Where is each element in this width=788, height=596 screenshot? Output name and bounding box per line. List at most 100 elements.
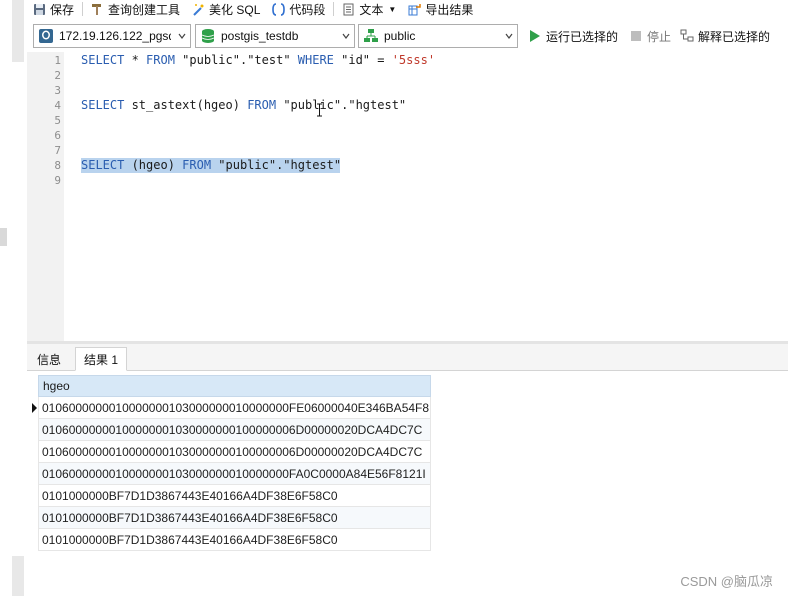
code-snippet-label: 代码段	[289, 2, 326, 17]
line-number: 3	[54, 84, 61, 97]
code-text: "public"."test"	[174, 53, 298, 67]
result-tabs: 信息 结果 1	[27, 344, 788, 371]
keyword-select: SELECT	[81, 53, 125, 67]
code-snippet-button[interactable]: 代码段	[266, 0, 331, 18]
table-row[interactable]: 01060000000100000001030000000100000006D0…	[38, 441, 431, 463]
beautify-sql-label: 美化 SQL	[209, 2, 261, 17]
code-line-4: SELECT st_astext(hgeo) FROM "public"."hg…	[81, 98, 406, 113]
tab-info-label: 信息	[37, 352, 62, 367]
explain-selected-button[interactable]: 解释已选择的	[680, 28, 770, 44]
line-number: 1	[54, 54, 61, 67]
run-selected-button[interactable]: 运行已选择的	[528, 28, 618, 44]
keyword-from: FROM	[182, 158, 212, 172]
document-icon	[343, 3, 354, 15]
code-line-8: SELECT (hgeo) FROM "public"."hgtest"	[81, 158, 348, 173]
save-button[interactable]: 保存	[27, 0, 80, 18]
panel-collapse-handle[interactable]	[0, 228, 7, 246]
code-brackets-icon	[272, 2, 286, 16]
table-row[interactable]: 0106000000010000000103000000010000000FE0…	[38, 397, 431, 419]
run-selected-label: 运行已选择的	[546, 29, 619, 44]
query-builder-label: 查询创建工具	[108, 2, 181, 17]
export-results-label: 导出结果	[425, 2, 474, 17]
table-cell: 01060000000100000001030000000100000006D0…	[42, 444, 423, 459]
line-number: 5	[54, 114, 61, 127]
query-builder-button[interactable]: 查询创建工具	[85, 0, 186, 18]
keyword-select: SELECT	[81, 158, 125, 172]
tab-info[interactable]: 信息	[29, 347, 69, 371]
schema-select[interactable]: public	[358, 24, 518, 48]
left-panel-strip	[0, 0, 27, 596]
text-mode-button[interactable]: 文本 ▼	[336, 0, 402, 18]
explain-icon	[680, 29, 694, 42]
table-cell: 0101000000BF7D1D3867443E40166A4DF38E6F58…	[42, 510, 338, 525]
export-icon	[408, 3, 422, 15]
sql-editor[interactable]: SELECT * FROM "public"."test" WHERE "id"…	[64, 52, 788, 341]
chevron-down-icon	[342, 33, 350, 39]
stop-icon	[631, 31, 641, 41]
line-number: 7	[54, 144, 61, 157]
text-mode-label: 文本	[359, 2, 384, 17]
code-text: "public"."hgtest"	[276, 98, 407, 112]
table-row[interactable]: 0101000000BF7D1D3867443E40166A4DF38E6F58…	[38, 529, 431, 551]
watermark-text: CSDN @脑瓜凉	[680, 574, 773, 589]
column-header-hgeo[interactable]: hgeo	[38, 375, 431, 397]
magic-wand-icon	[193, 3, 204, 16]
keyword-from: FROM	[146, 53, 175, 67]
scroll-handle-top[interactable]	[12, 0, 24, 62]
line-number: 9	[54, 174, 61, 187]
line-number: 8	[54, 159, 61, 172]
play-icon	[530, 30, 540, 42]
current-row-arrow-icon	[32, 403, 37, 413]
code-text: st_astext(hgeo)	[124, 98, 248, 112]
save-icon	[34, 3, 45, 15]
schema-value: public	[384, 29, 416, 43]
keyword-from: FROM	[247, 98, 277, 112]
beautify-sql-button[interactable]: 美化 SQL	[186, 0, 266, 18]
code-text: "public"."hgtest"	[211, 158, 349, 172]
explain-selected-label: 解释已选择的	[698, 29, 771, 44]
code-text: *	[124, 53, 147, 67]
table-row[interactable]: 0106000000010000000103000000010000000FA0…	[38, 463, 431, 485]
stop-button[interactable]: 停止	[629, 28, 671, 44]
table-cell: 0106000000010000000103000000010000000FA0…	[42, 466, 426, 481]
keyword-where: WHERE	[297, 53, 334, 67]
table-row[interactable]: 0101000000BF7D1D3867443E40166A4DF38E6F58…	[38, 507, 431, 529]
code-text: "id" =	[333, 53, 392, 67]
app-window: 保存 查询创建工具 美化 SQL 代码段 文本 ▼ 导出结果 172.19.12…	[0, 0, 788, 596]
tab-result-1-label: 结果 1	[84, 352, 119, 367]
text-cursor-icon	[317, 103, 322, 117]
line-number: 4	[54, 99, 61, 112]
table-cell: 0101000000BF7D1D3867443E40166A4DF38E6F58…	[42, 488, 338, 503]
save-label: 保存	[50, 2, 75, 17]
postgresql-icon	[39, 29, 53, 43]
chevron-down-icon	[505, 33, 513, 39]
schema-tree-icon	[364, 29, 378, 42]
tab-result-1[interactable]: 结果 1	[75, 347, 128, 371]
dropdown-arrow-icon: ▼	[388, 4, 397, 14]
database-value: postgis_testdb	[221, 29, 299, 43]
toolbar-separator	[333, 2, 335, 16]
line-number: 2	[54, 69, 61, 82]
database-select[interactable]: postgis_testdb	[195, 24, 355, 48]
chevron-down-icon	[178, 33, 186, 39]
table-row[interactable]: 0101000000BF7D1D3867443E40166A4DF38E6F58…	[38, 485, 431, 507]
code-text: (hgeo)	[124, 158, 183, 172]
string-literal: '5sss'	[391, 53, 436, 67]
line-number: 6	[54, 129, 61, 142]
table-cell: 0101000000BF7D1D3867443E40166A4DF38E6F58…	[42, 532, 338, 547]
toolbar-separator	[82, 2, 84, 16]
database-icon	[201, 29, 215, 43]
export-results-button[interactable]: 导出结果	[402, 0, 479, 18]
column-header-label: hgeo	[43, 379, 70, 393]
keyword-select: SELECT	[81, 98, 125, 112]
code-line-1: SELECT * FROM "public"."test" WHERE "id"…	[81, 53, 435, 68]
table-cell: 01060000000100000001030000000100000006D0…	[42, 422, 423, 437]
table-row[interactable]: 01060000000100000001030000000100000006D0…	[38, 419, 431, 441]
server-connection-value: 172.19.126.122_pgsql	[59, 29, 171, 43]
line-number-gutter: 1 2 3 4 5 6 7 8 9	[27, 52, 64, 341]
server-connection-select[interactable]: 172.19.126.122_pgsql	[33, 24, 191, 48]
stop-label: 停止	[647, 29, 672, 44]
table-cell: 0106000000010000000103000000010000000FE0…	[42, 400, 430, 415]
hammer-icon	[92, 3, 102, 15]
scroll-handle-bottom[interactable]	[12, 556, 24, 596]
